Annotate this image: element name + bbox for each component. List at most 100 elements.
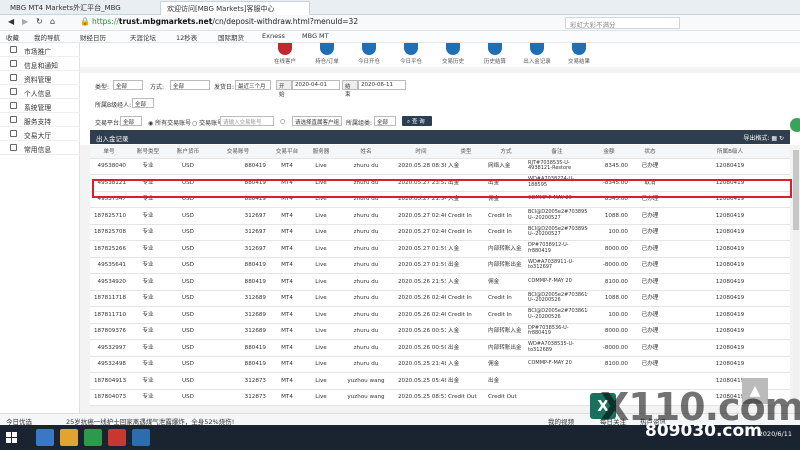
- quick-icon-results[interactable]: 交易结果: [559, 43, 599, 65]
- account-input[interactable]: 请输入交易账号: [220, 116, 274, 126]
- table-row[interactable]: 187811718 专业 USD 312689 MT4 Live zhuru du 2020.…: [90, 290, 790, 307]
- refresh-icon[interactable]: ↻: [36, 17, 43, 26]
- date-label: 发货日:: [214, 84, 235, 91]
- bookmark-item[interactable]: 国际期货: [218, 32, 244, 42]
- refresh-icon[interactable]: ↻: [779, 135, 784, 142]
- table-row[interactable]: 49534920 专业 USD 880419 MT4 Live zhuru du 2020.0…: [90, 273, 790, 291]
- sidebar-item-label: 交易大厅: [24, 132, 52, 140]
- quick-icon-today-close[interactable]: 今日平仓: [391, 43, 431, 65]
- sidebar-item-support[interactable]: 服务支持: [0, 113, 80, 127]
- table-row[interactable]: 49532997 专业 USD 880419 MT4 Live zhuru du 2020.0…: [90, 339, 790, 357]
- quick-icon-today-open[interactable]: 今日开仓: [349, 43, 389, 65]
- home-icon[interactable]: ⌂: [50, 17, 55, 26]
- quick-icon-history[interactable]: 交易历史: [433, 43, 473, 65]
- search-taskbar-icon[interactable]: [36, 429, 54, 446]
- direct-group-select[interactable]: 请选择直属客户组: [292, 116, 342, 126]
- browser-taskbar-icon[interactable]: [84, 429, 102, 446]
- table-cell: 1088.00: [588, 290, 630, 307]
- table-row[interactable]: 187825710 专业 USD 312697 MT4 Live zhuru du 2020.…: [90, 207, 790, 225]
- table-row[interactable]: 49535641 专业 USD 880419 MT4 Live zhuru du 2020.0…: [90, 257, 790, 274]
- sidebar-item-common-info[interactable]: 常用信息: [0, 141, 80, 155]
- table-cell: MT4: [268, 257, 306, 274]
- server-select[interactable]: 全部: [374, 116, 396, 126]
- table-row[interactable]: 187809376 专业 USD 312689 MT4 Live zhuru du 2020.…: [90, 323, 790, 340]
- browser-search-input[interactable]: 彩虹大彩不满分: [565, 17, 680, 29]
- table-row[interactable]: 49538121 专业 USD 880419 MT4 Live zhuru du 2020.0…: [90, 174, 790, 192]
- quick-icon-deposit-withdraw[interactable]: 出入金记录: [517, 43, 557, 65]
- bookmark-item[interactable]: 12秒表: [176, 32, 197, 42]
- radio-direct[interactable]: ○: [280, 118, 285, 125]
- table-cell: USD: [168, 339, 208, 357]
- radio-account[interactable]: ○ 交易账号: [192, 118, 223, 127]
- scrollbar-thumb[interactable]: [793, 150, 799, 230]
- sidebar-item-label: 资料管理: [24, 76, 52, 84]
- table-cell: 187825266: [90, 240, 128, 258]
- bookmark-item[interactable]: 我的导航: [34, 32, 60, 42]
- forward-icon[interactable]: ▶: [22, 17, 28, 26]
- table-cell: 已办理: [630, 356, 670, 373]
- sidebar-item-trading-hall[interactable]: 交易大厅: [0, 127, 80, 141]
- table-cell: 出金: [446, 257, 486, 274]
- table-cell: 187825710: [90, 207, 128, 225]
- table-cell: COMMP-F-MAY 20: [526, 356, 588, 373]
- table-cell: 2020.05.25 08:53: [396, 389, 446, 406]
- table-row[interactable]: 187825266 专业 USD 312697 MT4 Live zhuru du 2020.…: [90, 240, 790, 258]
- word-taskbar-icon[interactable]: [132, 429, 150, 446]
- browser-tab[interactable]: MBG MT4 Markets外汇平台_MBG: [4, 1, 154, 15]
- method-select[interactable]: 全部: [170, 80, 210, 90]
- url-field[interactable]: https://trust.mbgmarkets.net/cn/deposit-…: [92, 17, 358, 26]
- explorer-taskbar-icon[interactable]: [60, 429, 78, 446]
- table-cell: 8000.00: [588, 323, 630, 340]
- bookmark-item[interactable]: 天涯论坛: [130, 32, 156, 42]
- quick-icon-label: 在线客户: [273, 59, 296, 65]
- bookmark-item[interactable]: 收藏: [6, 32, 19, 42]
- agent-select[interactable]: 全部: [132, 98, 154, 108]
- windows-start-icon[interactable]: [6, 432, 17, 443]
- sidebar-item-system[interactable]: 系统管理: [0, 99, 80, 113]
- sidebar-item-documents[interactable]: 资料管理: [0, 71, 80, 85]
- bookmark-item[interactable]: MBG MT: [302, 32, 329, 40]
- today-close-icon: [404, 43, 418, 55]
- table-cell: zhuru du: [336, 306, 396, 324]
- table-row[interactable]: 49532498 专业 USD 880419 MT4 Live zhuru du 2020.0…: [90, 356, 790, 373]
- platform-select[interactable]: 全部: [120, 116, 142, 126]
- table-cell: zhuru du: [336, 240, 396, 258]
- table-row[interactable]: 187811710 专业 USD 312689 MT4 Live zhuru du 2020.…: [90, 306, 790, 324]
- quick-icon-settlement[interactable]: 历史结算: [475, 43, 515, 65]
- sidebar-item-profile[interactable]: 个人信息: [0, 85, 80, 99]
- quick-icon-label: 今日平仓: [399, 59, 422, 65]
- date-range-select[interactable]: 最近三个月: [235, 80, 271, 90]
- table-cell: Live: [306, 290, 336, 307]
- scrollbar[interactable]: [793, 150, 799, 410]
- table-cell: 12080419: [670, 158, 790, 175]
- table-row[interactable]: 49537547 专业 USD 880419 MT4 Live zhuru du 2020.0…: [90, 191, 790, 208]
- table-cell: 内部转账入金: [486, 323, 526, 340]
- query-button[interactable]: ⌕ 查 询: [402, 116, 432, 126]
- type-select[interactable]: 全部: [113, 80, 143, 90]
- table-row[interactable]: 49538040 专业 USD 880419 MT4 Live zhuru du 2020.0…: [90, 158, 790, 175]
- table-cell: 100.00: [588, 224, 630, 241]
- table-cell: WD#A7038274-U-188595: [526, 174, 588, 192]
- table-row[interactable]: 187825708 专业 USD 312697 MT4 Live zhuru du 2020.…: [90, 224, 790, 241]
- bookmark-item[interactable]: Exness: [262, 32, 285, 40]
- quick-icon-online[interactable]: 在线客户: [265, 43, 305, 65]
- quick-icon-positions[interactable]: 持仓/订单: [307, 43, 347, 65]
- watermark-site: 809030.com: [645, 421, 762, 441]
- table-cell: zhuru du: [336, 323, 396, 340]
- end-date-input[interactable]: 2020-06-11: [358, 80, 406, 90]
- browser-tab-active[interactable]: 欢迎访问[MBG Markets]客服中心: [160, 1, 310, 15]
- excel-icon[interactable]: ▦: [771, 135, 777, 142]
- back-icon[interactable]: ◀: [8, 17, 14, 26]
- app-taskbar-icon[interactable]: [108, 429, 126, 446]
- radio-all-accounts[interactable]: ◉ 所有交易账号: [148, 118, 191, 127]
- table-cell: 专业: [128, 273, 168, 291]
- start-date-input[interactable]: 2020-04-01: [292, 80, 340, 90]
- floating-chat-icon[interactable]: [790, 118, 800, 132]
- sidebar-item-notices[interactable]: 信息和通知: [0, 57, 80, 71]
- column-header: 类型: [446, 146, 486, 159]
- sidebar-item-promotion[interactable]: 市场推广: [0, 43, 80, 57]
- table-cell: USD: [168, 273, 208, 291]
- bookmark-item[interactable]: 财经日历: [80, 32, 106, 42]
- sidebar-item-label: 个人信息: [24, 90, 52, 98]
- table-cell: 49538040: [90, 158, 128, 175]
